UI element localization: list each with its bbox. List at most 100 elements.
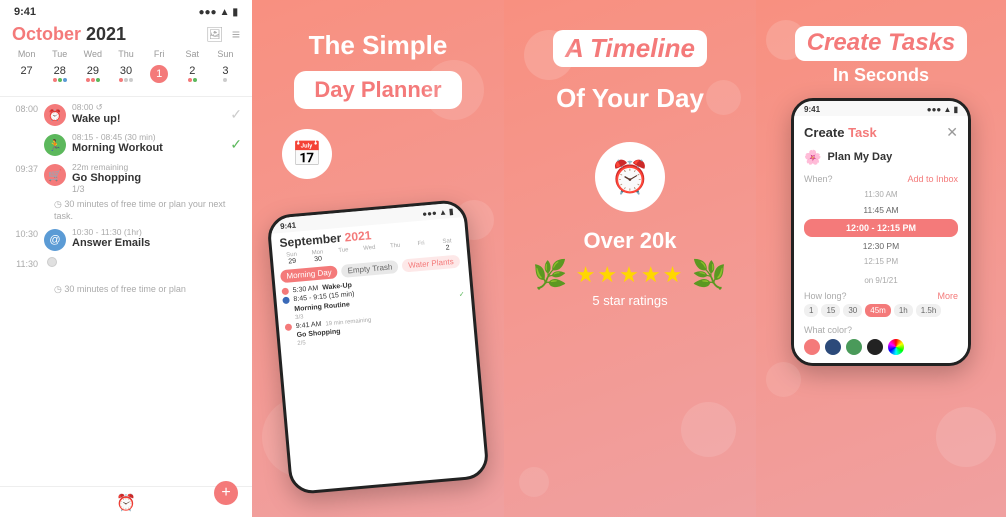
phone-mockup-2: 9:41 ●●● ▲ ▮ September 2021 SunMonTueWed… — [266, 199, 490, 495]
tl-dot-2 — [282, 297, 290, 305]
cal-day-28: 28 — [43, 63, 76, 90]
panel-1-phone: 9:41 ●●● ▲ ▮ October 2021 🖼 ≡ Mon Tue We… — [0, 0, 252, 517]
cal-day-29: 29 — [76, 63, 109, 90]
alarm-circle: ⏰ — [595, 142, 665, 212]
cart-icon-circle: 🛒 — [44, 164, 66, 186]
spacer — [285, 333, 293, 341]
dur-1[interactable]: 1 — [804, 304, 818, 317]
wreath-right: 🌿 — [692, 258, 727, 291]
how-long-label: How long? — [804, 291, 847, 301]
create-task-title: Create Task — [804, 125, 877, 140]
time-opt-1215b[interactable]: 12:15 PM — [804, 255, 958, 268]
bubble-1 — [424, 60, 484, 120]
cal-day-3: 3 — [209, 63, 242, 90]
color-green[interactable] — [846, 339, 862, 355]
dur-30[interactable]: 30 — [843, 304, 862, 317]
phone4-content: Create Task ✕ 🌸 Plan My Day When? Add to… — [794, 116, 968, 363]
bubble-p4-3 — [766, 362, 801, 397]
panel-3-timeline: A Timeline Of Your Day ⏰ Over 20k 🌿 ★★★★… — [504, 0, 756, 517]
color-options — [804, 339, 958, 355]
time-opt-1145[interactable]: 11:45 AM — [804, 203, 958, 217]
rating-count: Over 20k — [533, 228, 727, 254]
panel-4-subtitle: In Seconds — [833, 65, 929, 86]
chip-water-plants: Water Plants — [402, 255, 460, 273]
phone2-tasks: Morning Day Empty Trash Water Plants 5:3… — [274, 250, 475, 353]
month-name: October — [12, 24, 81, 44]
task-wakeup: 08:00 ⏰ 08:00 ↺ Wake up! ✓ — [0, 99, 252, 129]
status-time-1: 9:41 — [14, 6, 36, 18]
time-opt-1130[interactable]: 11:30 AM — [804, 188, 958, 201]
status-bar-1: 9:41 ●●● ▲ ▮ — [0, 0, 252, 20]
when-label: When? — [804, 174, 833, 184]
email-icon-circle: @ — [44, 229, 66, 251]
dur-15[interactable]: 15 — [821, 304, 840, 317]
check-icon-wakeup: ✓ — [230, 106, 242, 123]
star-label: 5 star ratings — [533, 293, 727, 308]
bubble-p3-3 — [681, 402, 736, 457]
color-pink[interactable] — [804, 339, 820, 355]
cal-day-1-today: 1 — [143, 63, 176, 90]
bubble-p3-4 — [519, 467, 549, 497]
time-opt-1230[interactable]: 12:30 PM — [804, 239, 958, 253]
dur-45[interactable]: 45m — [865, 304, 891, 317]
panel-2-title: The Simple — [309, 30, 448, 61]
task-morning-workout: 🏃 08:15 - 08:45 (30 min) Morning Workout… — [0, 129, 252, 159]
plan-my-day-row: 🌸 Plan My Day — [804, 149, 958, 166]
phone-mockup-4: 9:41 ●●● ▲ ▮ Create Task ✕ 🌸 Plan My Day… — [791, 98, 971, 366]
plan-my-day-label: Plan My Day — [827, 151, 892, 163]
panel-4-create-tasks: Create Tasks In Seconds 9:41 ●●● ▲ ▮ Cre… — [756, 0, 1006, 517]
create-task-header: Create Task ✕ — [804, 124, 958, 141]
color-black[interactable] — [867, 339, 883, 355]
color-rainbow[interactable] — [888, 339, 904, 355]
cal-day-30: 30 — [109, 63, 142, 90]
status-icons-1: ●●● ▲ ▮ — [198, 7, 238, 18]
more-link[interactable]: More — [937, 291, 958, 301]
calendar-month: October 2021 — [12, 24, 126, 45]
cal-day-2: 2 — [176, 63, 209, 90]
cal-day-27: 27 — [10, 63, 43, 90]
dur-1h[interactable]: 1h — [894, 304, 913, 317]
bubble-p3-2 — [706, 80, 741, 115]
rating-section: Over 20k 🌿 ★★★★★ 🌿 5 star ratings — [533, 228, 727, 308]
add-task-button[interactable]: + — [214, 481, 238, 505]
chip-empty-trash: Empty Trash — [341, 260, 399, 278]
check-icon-workout: ✓ — [230, 136, 242, 153]
workout-icon-circle: 🏃 — [44, 134, 66, 156]
task-go-shopping: 09:37 🛒 22m remaining Go Shopping 1/3 — [0, 159, 252, 197]
panel-2-simple-planner: The Simple Day Planner 📅 9:41 ●●● ▲ ▮ Se… — [252, 0, 504, 517]
bubble-p3-1 — [524, 30, 574, 80]
calendar-header: October 2021 🖼 ≡ — [0, 20, 252, 47]
task-answer-emails: 10:30 @ 10:30 - 11:30 (1hr) Answer Email… — [0, 224, 252, 254]
alarm-icon-circle: ⏰ — [44, 104, 66, 126]
time-options: 11:30 AM 11:45 AM 12:00 - 12:15 PM 12:30… — [804, 188, 958, 268]
list-icon: ≡ — [232, 26, 240, 43]
panel-3-subtitle: Of Your Day — [556, 83, 704, 114]
when-label-row: When? Add to Inbox — [804, 174, 958, 184]
color-navy[interactable] — [825, 339, 841, 355]
phone4-status-bar: 9:41 ●●● ▲ ▮ — [794, 101, 968, 116]
calendar-icon-circle: 📅 — [282, 129, 332, 179]
time-1130: 11:30 — [0, 254, 252, 282]
star-rating: ★★★★★ — [576, 262, 685, 288]
add-to-inbox[interactable]: Add to Inbox — [907, 174, 958, 184]
bubble-p4-2 — [936, 407, 996, 467]
battery-icon: ▮ — [232, 7, 238, 18]
wifi-icon: ▲ — [220, 7, 230, 18]
bubble-p4-1 — [766, 20, 806, 60]
close-button[interactable]: ✕ — [946, 124, 958, 141]
signal-icon: ●●● — [198, 7, 216, 18]
plan-my-day-icon: 🌸 — [804, 149, 821, 166]
on-date: on 9/1/21 — [804, 276, 958, 285]
duration-options: 1 15 30 45m 1h 1.5h — [804, 304, 958, 317]
calendar-icon-row: 📅 — [272, 129, 484, 195]
alarm-emoji: ⏰ — [610, 158, 650, 196]
chip-morning-day: Morning Day — [280, 265, 338, 283]
tl-dot-3 — [285, 324, 293, 332]
panel-4-highlight: Create Tasks — [795, 26, 968, 61]
time-opt-1200[interactable]: 12:00 - 12:15 PM — [804, 219, 958, 237]
dur-15h[interactable]: 1.5h — [916, 304, 942, 317]
what-color-label: What color? — [804, 325, 958, 335]
panel-3-highlight: A Timeline — [553, 30, 707, 67]
tl-dot-1 — [282, 288, 290, 296]
how-long-label-row: How long? More — [804, 291, 958, 301]
